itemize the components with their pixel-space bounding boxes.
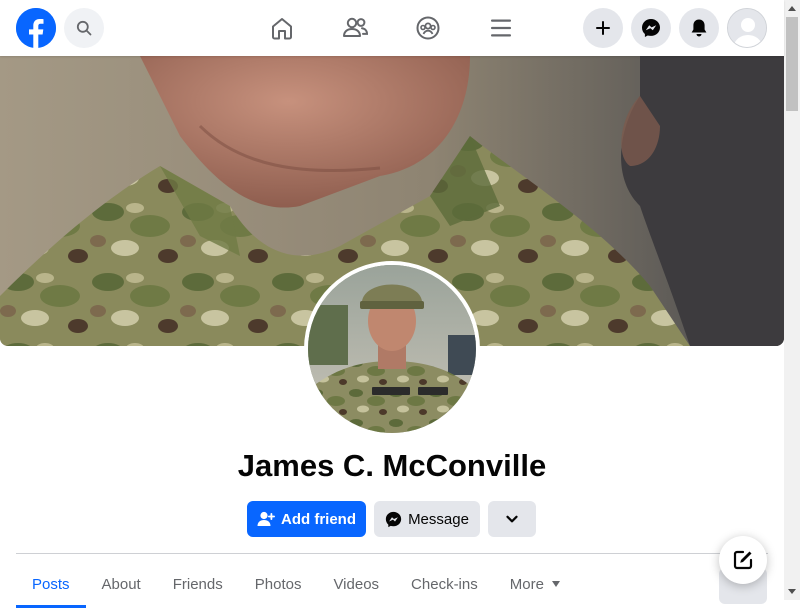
menu-icon[interactable] xyxy=(485,12,517,44)
messenger-button[interactable] xyxy=(631,8,671,48)
account-avatar[interactable] xyxy=(727,8,767,48)
search-icon xyxy=(76,20,92,36)
bell-icon xyxy=(691,19,707,37)
tab-check-ins[interactable]: Check-ins xyxy=(395,560,494,608)
profile-more-options-button[interactable] xyxy=(488,501,536,537)
compose-icon xyxy=(733,550,753,570)
scroll-down-arrow-icon[interactable] xyxy=(784,584,800,600)
top-navigation-bar xyxy=(0,0,784,56)
chevron-down-icon xyxy=(506,515,518,523)
tab-photos[interactable]: Photos xyxy=(239,560,318,608)
tab-more[interactable]: More xyxy=(494,560,576,608)
caret-down-icon xyxy=(551,581,560,587)
new-message-button[interactable] xyxy=(719,536,767,584)
tab-friends[interactable]: Friends xyxy=(157,560,239,608)
message-label: Message xyxy=(408,510,469,528)
profile-picture[interactable] xyxy=(308,265,476,433)
plus-icon xyxy=(596,21,610,35)
page-scrollbar[interactable] xyxy=(784,0,800,600)
add-friend-button[interactable]: Add friend xyxy=(247,501,366,537)
scroll-up-arrow-icon[interactable] xyxy=(784,0,800,16)
messenger-icon xyxy=(385,511,402,527)
message-button[interactable]: Message xyxy=(374,501,480,537)
profile-tabs: Posts About Friends Photos Videos Check-… xyxy=(16,560,576,608)
tab-about[interactable]: About xyxy=(86,560,157,608)
add-friend-icon xyxy=(257,511,275,526)
groups-icon[interactable] xyxy=(412,12,444,44)
notifications-button[interactable] xyxy=(679,8,719,48)
add-friend-label: Add friend xyxy=(281,510,356,528)
scrollbar-thumb[interactable] xyxy=(786,17,798,111)
home-icon[interactable] xyxy=(266,12,298,44)
search-button[interactable] xyxy=(64,8,104,48)
tab-more-label: More xyxy=(509,576,544,593)
create-button[interactable] xyxy=(583,8,623,48)
profile-avatar-icon xyxy=(728,9,766,47)
profile-name: James C. McConville xyxy=(237,448,547,483)
facebook-logo-icon[interactable] xyxy=(16,8,56,48)
messenger-icon xyxy=(642,19,660,37)
tab-posts[interactable]: Posts xyxy=(16,560,86,608)
friends-icon[interactable] xyxy=(339,12,371,44)
tab-videos[interactable]: Videos xyxy=(317,560,395,608)
tabs-divider xyxy=(16,553,768,554)
